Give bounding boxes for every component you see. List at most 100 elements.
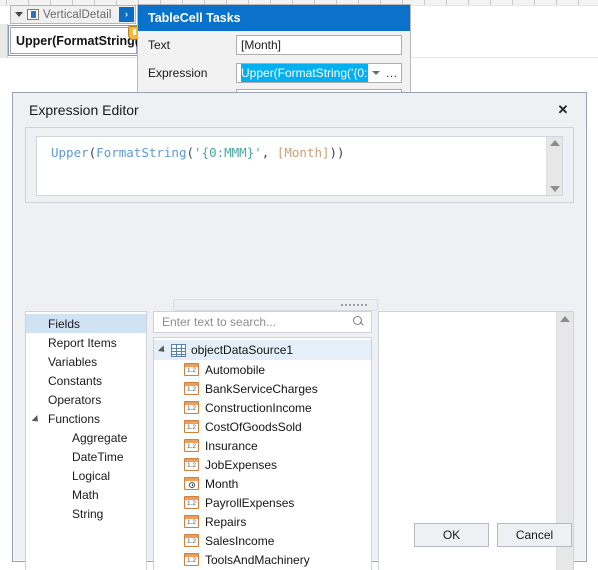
tasks-label-text: Text xyxy=(148,38,171,52)
tree-item[interactable]: 1.2 Insurance xyxy=(154,436,371,455)
category-label: DateTime xyxy=(72,449,124,464)
category-item-datetime[interactable]: DateTime xyxy=(26,447,146,466)
tree-item[interactable]: 1.2 ToolsAndMachinery xyxy=(154,550,371,569)
tree-item[interactable]: 1.2 ConstructionIncome xyxy=(154,398,371,417)
tree-item-label: Automobile xyxy=(205,362,266,377)
category-label: Report Items xyxy=(48,335,117,350)
expander-icon[interactable] xyxy=(31,415,41,425)
tablecell-tasks-panel: TableCell Tasks Text [Month] Expression … xyxy=(137,4,411,103)
number-field-icon: 1.2 xyxy=(184,534,199,547)
triangle-down-icon[interactable] xyxy=(15,12,23,17)
number-field-icon: 1.2 xyxy=(184,458,199,471)
tasks-input-text[interactable]: [Month] xyxy=(236,35,402,55)
expression-token-upper: Upper xyxy=(51,145,89,160)
tree-item-label: Insurance xyxy=(205,438,258,453)
expression-code[interactable]: Upper(FormatString('{0:MMM}', [Month])) xyxy=(37,137,546,195)
category-list[interactable]: Fields Report Items Variables Constants … xyxy=(25,311,147,570)
tasks-input-expression-value: Upper(FormatString('{0:MM xyxy=(241,64,368,82)
tree-root-objectdatasource1[interactable]: objectDataSource1 xyxy=(154,340,371,360)
tasks-label-expression: Expression xyxy=(148,66,208,80)
number-field-icon: 1.2 xyxy=(184,363,199,376)
category-item-aggregate[interactable]: Aggregate xyxy=(26,428,146,447)
expression-area: Upper(FormatString('{0:MMM}', [Month])) xyxy=(25,127,574,203)
expander-icon[interactable] xyxy=(157,345,168,355)
fields-tree[interactable]: objectDataSource1 1.2 Automobile 1.2 Ban… xyxy=(153,337,372,570)
tree-item-label: Month xyxy=(205,476,239,491)
cancel-button[interactable]: Cancel xyxy=(497,523,572,547)
dialog-titlebar: Expression Editor ✕ xyxy=(13,93,586,127)
number-field-icon: 1.2 xyxy=(184,401,199,414)
category-item-logical[interactable]: Logical xyxy=(26,466,146,485)
arrow-up-icon[interactable] xyxy=(549,140,560,146)
tree-item[interactable]: 1.2 Automobile xyxy=(154,360,371,379)
expression-editor-dialog: Expression Editor ✕ Upper(FormatString('… xyxy=(12,92,587,570)
expression-scrollbar[interactable] xyxy=(546,137,562,195)
band-header-verticaldetail[interactable]: VerticalDetail › xyxy=(10,5,136,24)
search-input[interactable]: Enter text to search... xyxy=(153,311,372,333)
expression-token-paren-open-2: ( xyxy=(186,145,195,160)
category-label: Math xyxy=(72,487,99,502)
category-label: Constants xyxy=(48,373,103,388)
expression-token-format-literal: '{0:MMM}' xyxy=(194,145,262,160)
designer-left-gutter xyxy=(0,24,8,58)
band-expand-button[interactable]: › xyxy=(119,7,134,22)
chevron-down-icon[interactable] xyxy=(368,64,383,82)
band-icon xyxy=(27,9,39,20)
category-item-fields[interactable]: Fields xyxy=(26,314,146,333)
table-icon xyxy=(171,343,186,357)
category-item-string[interactable]: String xyxy=(26,504,146,523)
category-item-functions[interactable]: Functions xyxy=(26,409,146,428)
tree-item[interactable]: Month xyxy=(154,474,371,493)
number-field-icon: 1.2 xyxy=(184,439,199,452)
category-label: Logical xyxy=(72,468,111,483)
ok-button[interactable]: OK xyxy=(414,523,489,547)
expression-token-formatstring: FormatString xyxy=(96,145,187,160)
number-field-icon: 1.2 xyxy=(184,553,199,566)
tree-item-label: JobExpenses xyxy=(205,457,278,472)
tree-item[interactable]: 1.2 BankServiceCharges xyxy=(154,379,371,398)
tasks-row-expression: Expression Upper(FormatString('{0:MM … xyxy=(138,59,410,87)
expression-textbox[interactable]: Upper(FormatString('{0:MMM}', [Month])) xyxy=(36,136,563,196)
search-icon[interactable] xyxy=(351,315,365,329)
category-item-variables[interactable]: Variables xyxy=(26,352,146,371)
dialog-title: Expression Editor xyxy=(29,102,139,118)
tree-item-label: BankServiceCharges xyxy=(205,381,318,396)
band-label: VerticalDetail xyxy=(43,8,112,21)
number-field-icon: 1.2 xyxy=(184,420,199,433)
category-label: Fields xyxy=(48,316,81,331)
search-placeholder: Enter text to search... xyxy=(162,315,277,329)
category-item-constants[interactable]: Constants xyxy=(26,371,146,390)
category-item-operators[interactable]: Operators xyxy=(26,390,146,409)
tree-item[interactable]: 1.2 Repairs xyxy=(154,512,371,531)
expression-ellipsis-button[interactable]: … xyxy=(383,64,401,82)
table-cell-inner: Upper(FormatString('{ xyxy=(10,27,147,54)
category-item-report-items[interactable]: Report Items xyxy=(26,333,146,352)
tasks-input-expression[interactable]: Upper(FormatString('{0:MM … xyxy=(236,63,402,83)
fields-pane: Enter text to search... objectDataSource… xyxy=(153,311,372,570)
dialog-buttons: OK Cancel xyxy=(414,523,572,547)
arrow-up-icon[interactable] xyxy=(560,316,570,322)
tasks-row-text: Text [Month] xyxy=(138,31,410,59)
tree-item[interactable]: 1.2 JobExpenses xyxy=(154,455,371,474)
table-cell[interactable]: Upper(FormatString('{ xyxy=(8,25,147,56)
tree-item-label: SalesIncome xyxy=(205,533,275,548)
tree-item[interactable]: 1.2 SalesIncome xyxy=(154,531,371,550)
tasks-panel-title: TableCell Tasks xyxy=(138,5,410,31)
date-field-icon xyxy=(184,477,199,490)
category-label: Aggregate xyxy=(72,430,128,445)
tree-item-label: ToolsAndMachinery xyxy=(205,552,310,567)
close-icon[interactable]: ✕ xyxy=(546,97,580,123)
tree-item-label: CostOfGoodsSold xyxy=(205,419,302,434)
category-label: Operators xyxy=(48,392,102,407)
tree-item[interactable]: 1.2 CostOfGoodsSold xyxy=(154,417,371,436)
tree-root-label: objectDataSource1 xyxy=(191,343,294,357)
pane-splitter[interactable] xyxy=(173,299,378,311)
number-field-icon: 1.2 xyxy=(184,382,199,395)
category-item-math[interactable]: Math xyxy=(26,485,146,504)
tree-item[interactable]: 1.2 PayrollExpenses xyxy=(154,493,371,512)
arrow-down-icon[interactable] xyxy=(549,186,560,192)
expression-token-field-month: [Month] xyxy=(276,145,330,160)
tasks-input-text-value: [Month] xyxy=(241,38,282,52)
number-field-icon: 1.2 xyxy=(184,515,199,528)
category-label: Variables xyxy=(48,354,98,369)
